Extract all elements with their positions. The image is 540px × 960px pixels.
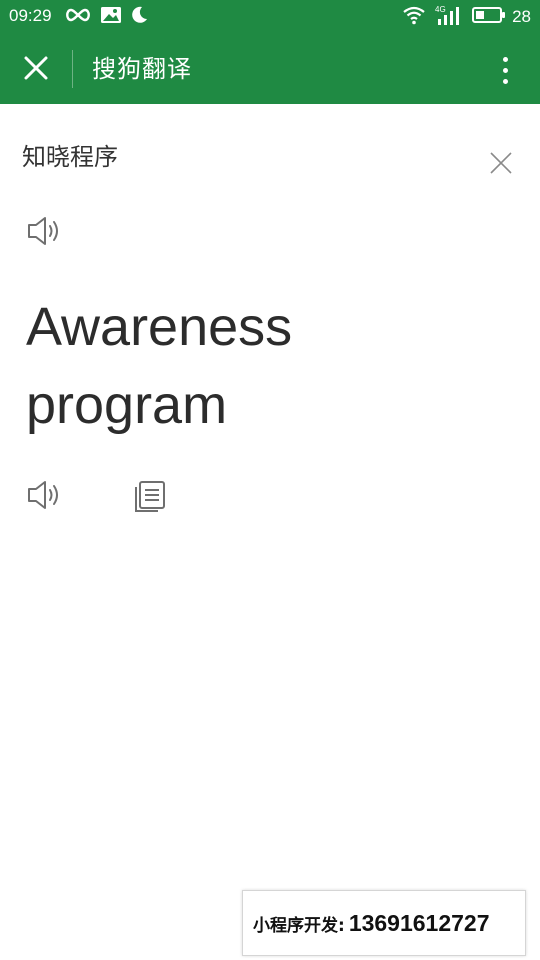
image-icon xyxy=(100,6,122,28)
battery-icon xyxy=(472,6,506,28)
infinity-icon xyxy=(64,7,92,27)
footer-contact-banner: 小程序开发: 13691612727 xyxy=(242,890,526,956)
speaker-icon xyxy=(26,481,66,517)
source-text[interactable]: 知晓程序 xyxy=(22,142,118,172)
source-speaker-button[interactable] xyxy=(26,213,66,249)
signal-icon: 4G xyxy=(434,4,464,30)
more-menu-button[interactable] xyxy=(490,50,520,90)
copy-button[interactable] xyxy=(132,478,168,514)
battery-percent: 28 xyxy=(512,7,531,26)
app-title: 搜狗翻译 xyxy=(92,55,192,83)
status-bar: 09:29 4G 28 xyxy=(0,0,540,34)
status-right: 4G 28 xyxy=(402,5,531,29)
footer-phone: 13691612727 xyxy=(348,909,490,936)
close-button[interactable] xyxy=(14,48,58,92)
app-bar-divider xyxy=(72,50,73,88)
more-vertical-icon xyxy=(502,56,508,62)
target-speaker-button[interactable] xyxy=(26,477,66,513)
speaker-icon xyxy=(26,217,66,253)
moon-icon xyxy=(130,6,148,28)
network-type: 4G xyxy=(435,5,446,14)
translated-text: Awareness program xyxy=(26,297,293,435)
wifi-icon xyxy=(402,5,426,29)
footer-label: 小程序开发: xyxy=(253,915,345,936)
status-time: 09:29 xyxy=(9,6,52,25)
close-icon xyxy=(23,55,49,85)
clear-button[interactable] xyxy=(484,148,518,182)
clear-icon xyxy=(489,151,513,179)
app-bar: 搜狗翻译 xyxy=(0,34,540,104)
copy-icon xyxy=(132,481,168,518)
status-left-icons xyxy=(64,5,148,29)
screen: 09:29 4G 28 搜狗翻译 知晓程序 Awareness program … xyxy=(0,0,540,960)
